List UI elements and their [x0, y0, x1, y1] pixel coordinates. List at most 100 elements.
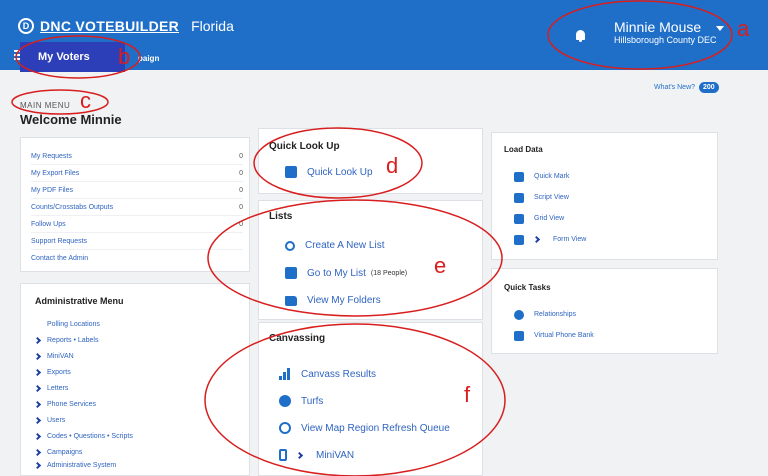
- admin-item-users[interactable]: Users: [33, 412, 235, 428]
- chevron-right-icon: [33, 448, 42, 456]
- request-row-my-requests[interactable]: My Requests 0: [31, 148, 243, 165]
- admin-item-label: Letters: [47, 384, 69, 392]
- admin-item-campaigns[interactable]: Campaigns: [33, 444, 235, 460]
- map-region-refresh-queue-link[interactable]: View Map Region Refresh Queue: [269, 422, 472, 434]
- whats-new-link[interactable]: What's New? 200: [654, 82, 719, 93]
- chevron-right-icon: [35, 461, 42, 469]
- request-row-counts-crosstabs[interactable]: Counts/Crosstabs Outputs 0: [31, 199, 243, 216]
- list-icon: [285, 267, 297, 279]
- admin-item-codes-questions-scripts[interactable]: Codes • Questions • Scripts: [33, 428, 235, 444]
- relationships-label: Relationships: [534, 311, 577, 318]
- quick-look-up-icon: [285, 166, 297, 178]
- users-icon: [514, 309, 524, 320]
- canvass-results-label: Canvass Results: [301, 368, 377, 380]
- request-label: Support Requests: [31, 237, 88, 245]
- form-icon: [514, 234, 524, 245]
- grid-view-link[interactable]: Grid View: [504, 208, 705, 229]
- page-title: Welcome Minnie: [20, 112, 122, 127]
- top-navigation-bar: D DNC VOTEBUILDER Florida My Voters paig…: [0, 0, 768, 72]
- request-row-export-files[interactable]: My Export Files 0: [31, 165, 243, 182]
- admin-item-exports[interactable]: Exports: [33, 364, 235, 380]
- canvassing-minivan-link[interactable]: MiniVAN: [269, 449, 472, 461]
- canvass-results-link[interactable]: Canvass Results: [269, 368, 472, 380]
- admin-item-label: Administrative System: [47, 461, 117, 469]
- user-name[interactable]: Minnie Mouse: [614, 19, 701, 35]
- virtual-phone-bank-link[interactable]: Virtual Phone Bank: [504, 325, 705, 346]
- brand[interactable]: D DNC VOTEBUILDER Florida: [18, 18, 234, 34]
- admin-item-letters[interactable]: Letters: [33, 380, 235, 396]
- lists-title: Lists: [269, 211, 293, 222]
- quick-look-up-label: Quick Look Up: [307, 166, 373, 178]
- request-row-contact-admin[interactable]: Contact the Admin: [31, 250, 243, 267]
- create-new-list-label: Create A New List: [305, 240, 385, 251]
- brand-logo-icon: D: [18, 18, 34, 34]
- annotation-letter-d: d: [386, 153, 399, 178]
- annotation-letter-b: b: [118, 44, 131, 69]
- requests-list: My Requests 0 My Export Files 0 My PDF Fil…: [31, 148, 243, 267]
- go-to-my-list-note: (18 People): [370, 269, 408, 277]
- quick-look-up-title: Quick Look Up: [269, 141, 340, 152]
- admin-item-label: MiniVAN: [47, 352, 74, 360]
- admin-item-label: Codes • Questions • Scripts: [47, 432, 133, 440]
- turfs-link[interactable]: Turfs: [269, 395, 472, 407]
- canvassing-card: Canvassing Canvass Results Turfs View Ma…: [258, 322, 483, 476]
- quick-tasks-title: Quick Tasks: [504, 283, 551, 292]
- admin-item-polling-locations[interactable]: Polling Locations: [35, 316, 235, 332]
- quick-look-up-link[interactable]: Quick Look Up: [269, 166, 472, 178]
- request-label: Counts/Crosstabs Outputs: [31, 203, 114, 211]
- telephone-icon: [514, 330, 524, 341]
- request-count: 0: [239, 220, 243, 228]
- script-view-link[interactable]: Script View: [504, 187, 705, 208]
- request-label: My Export Files: [31, 169, 80, 177]
- request-count: 0: [239, 169, 243, 177]
- canvassing-title: Canvassing: [269, 333, 326, 344]
- bell-icon[interactable]: [576, 30, 585, 42]
- request-count: 0: [239, 186, 243, 194]
- canvassing-minivan-label: MiniVAN: [316, 449, 355, 461]
- main-menu-label: MAIN MENU: [20, 101, 71, 110]
- admin-item-label: Reports • Labels: [47, 336, 99, 344]
- document-icon: [514, 192, 524, 203]
- relationships-link[interactable]: Relationships: [504, 304, 705, 325]
- view-my-folders-link[interactable]: View My Folders: [269, 295, 472, 306]
- request-count: 0: [239, 203, 243, 211]
- folder-icon: [285, 295, 297, 306]
- requests-card: My Requests 0 My Export Files 0 My PDF Fil…: [20, 137, 250, 272]
- annotation-letter-a: a: [737, 16, 750, 41]
- globe-icon: [279, 395, 291, 407]
- admin-item-reports-labels[interactable]: Reports • Labels: [33, 332, 235, 348]
- create-new-list-link[interactable]: Create A New List: [269, 240, 472, 251]
- whats-new-label: What's New?: [654, 84, 696, 91]
- admin-item-label: Users: [47, 416, 66, 424]
- request-row-pdf-files[interactable]: My PDF Files 0: [31, 182, 243, 199]
- view-my-folders-label: View My Folders: [307, 295, 381, 306]
- quick-mark-link[interactable]: Quick Mark: [504, 166, 705, 187]
- go-to-my-list-label: Go to My List: [307, 267, 366, 279]
- lists-card: Lists Create A New List Go to My List (1…: [258, 200, 483, 320]
- tab-campaign[interactable]: paign: [138, 54, 159, 63]
- whats-new-badge: 200: [699, 82, 719, 93]
- admin-item-label: Exports: [47, 368, 71, 376]
- annotation-letter-e: e: [434, 253, 447, 278]
- admin-item-label: Phone Services: [47, 400, 97, 408]
- chevron-right-icon: [33, 368, 42, 376]
- request-label: Follow Ups: [31, 220, 66, 228]
- quick-tasks-card: Quick Tasks Relationships Virtual Phone …: [491, 268, 718, 354]
- chevron-right-icon: [33, 384, 42, 392]
- admin-item-phone-services[interactable]: Phone Services: [33, 396, 235, 412]
- chevron-right-icon: [33, 416, 42, 424]
- request-label: Contact the Admin: [31, 255, 89, 262]
- brand-name: DNC VOTEBUILDER: [40, 18, 180, 34]
- annotation-letter-f: f: [464, 382, 471, 407]
- book-icon: [514, 171, 524, 182]
- quick-look-up-card: Quick Look Up Quick Look Up: [258, 128, 483, 194]
- virtual-phone-bank-label: Virtual Phone Bank: [534, 332, 594, 339]
- request-row-support-requests[interactable]: Support Requests: [31, 233, 243, 250]
- admin-item-minivan[interactable]: MiniVAN: [33, 348, 235, 364]
- tab-my-voters[interactable]: My Voters: [20, 42, 125, 72]
- admin-item-administrative-system[interactable]: Administrative System: [35, 460, 235, 470]
- annotation-letter-c: c: [80, 88, 91, 113]
- request-row-follow-ups[interactable]: Follow Ups 0: [31, 216, 243, 233]
- form-view-link[interactable]: Form View: [504, 229, 705, 250]
- chevron-down-icon[interactable]: [716, 26, 724, 31]
